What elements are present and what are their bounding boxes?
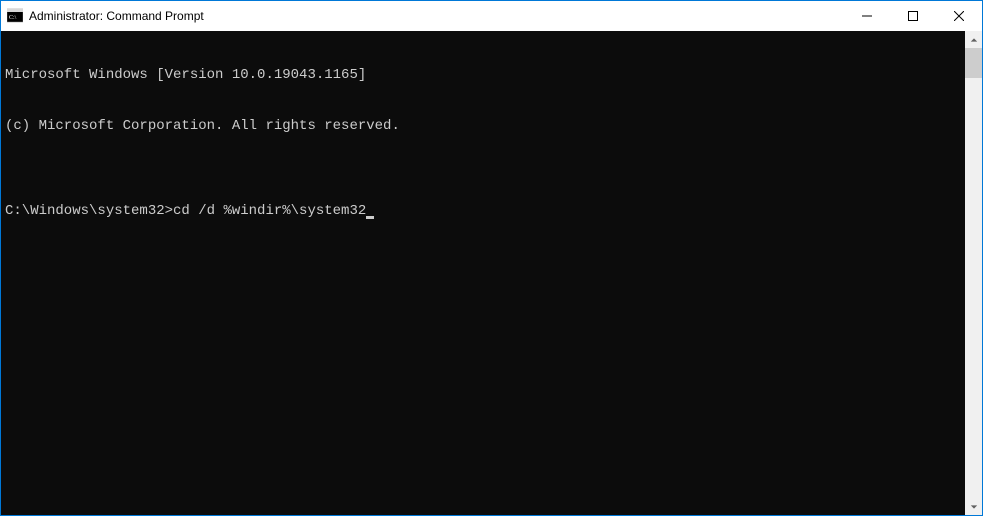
scroll-down-button[interactable]: [965, 498, 982, 515]
scroll-thumb[interactable]: [965, 48, 982, 78]
minimize-button[interactable]: [844, 1, 890, 31]
cursor: [366, 216, 374, 219]
window-title: Administrator: Command Prompt: [29, 9, 844, 23]
maximize-button[interactable]: [890, 1, 936, 31]
vertical-scrollbar[interactable]: [965, 31, 982, 515]
command-input[interactable]: cd /d %windir%\system32: [173, 203, 366, 220]
svg-text:C:\: C:\: [9, 15, 17, 21]
window-controls: [844, 1, 982, 31]
scroll-up-button[interactable]: [965, 31, 982, 48]
prompt: C:\Windows\system32>: [5, 203, 173, 220]
command-prompt-window: C:\ Administrator: Command Prompt Micros…: [0, 0, 983, 516]
terminal[interactable]: Microsoft Windows [Version 10.0.19043.11…: [1, 31, 965, 515]
terminal-line: Microsoft Windows [Version 10.0.19043.11…: [5, 67, 961, 84]
titlebar[interactable]: C:\ Administrator: Command Prompt: [1, 1, 982, 31]
prompt-line: C:\Windows\system32>cd /d %windir%\syste…: [5, 203, 961, 220]
close-button[interactable]: [936, 1, 982, 31]
terminal-line: (c) Microsoft Corporation. All rights re…: [5, 118, 961, 135]
scroll-track[interactable]: [965, 48, 982, 498]
terminal-area: Microsoft Windows [Version 10.0.19043.11…: [1, 31, 982, 515]
cmd-icon: C:\: [7, 8, 23, 24]
